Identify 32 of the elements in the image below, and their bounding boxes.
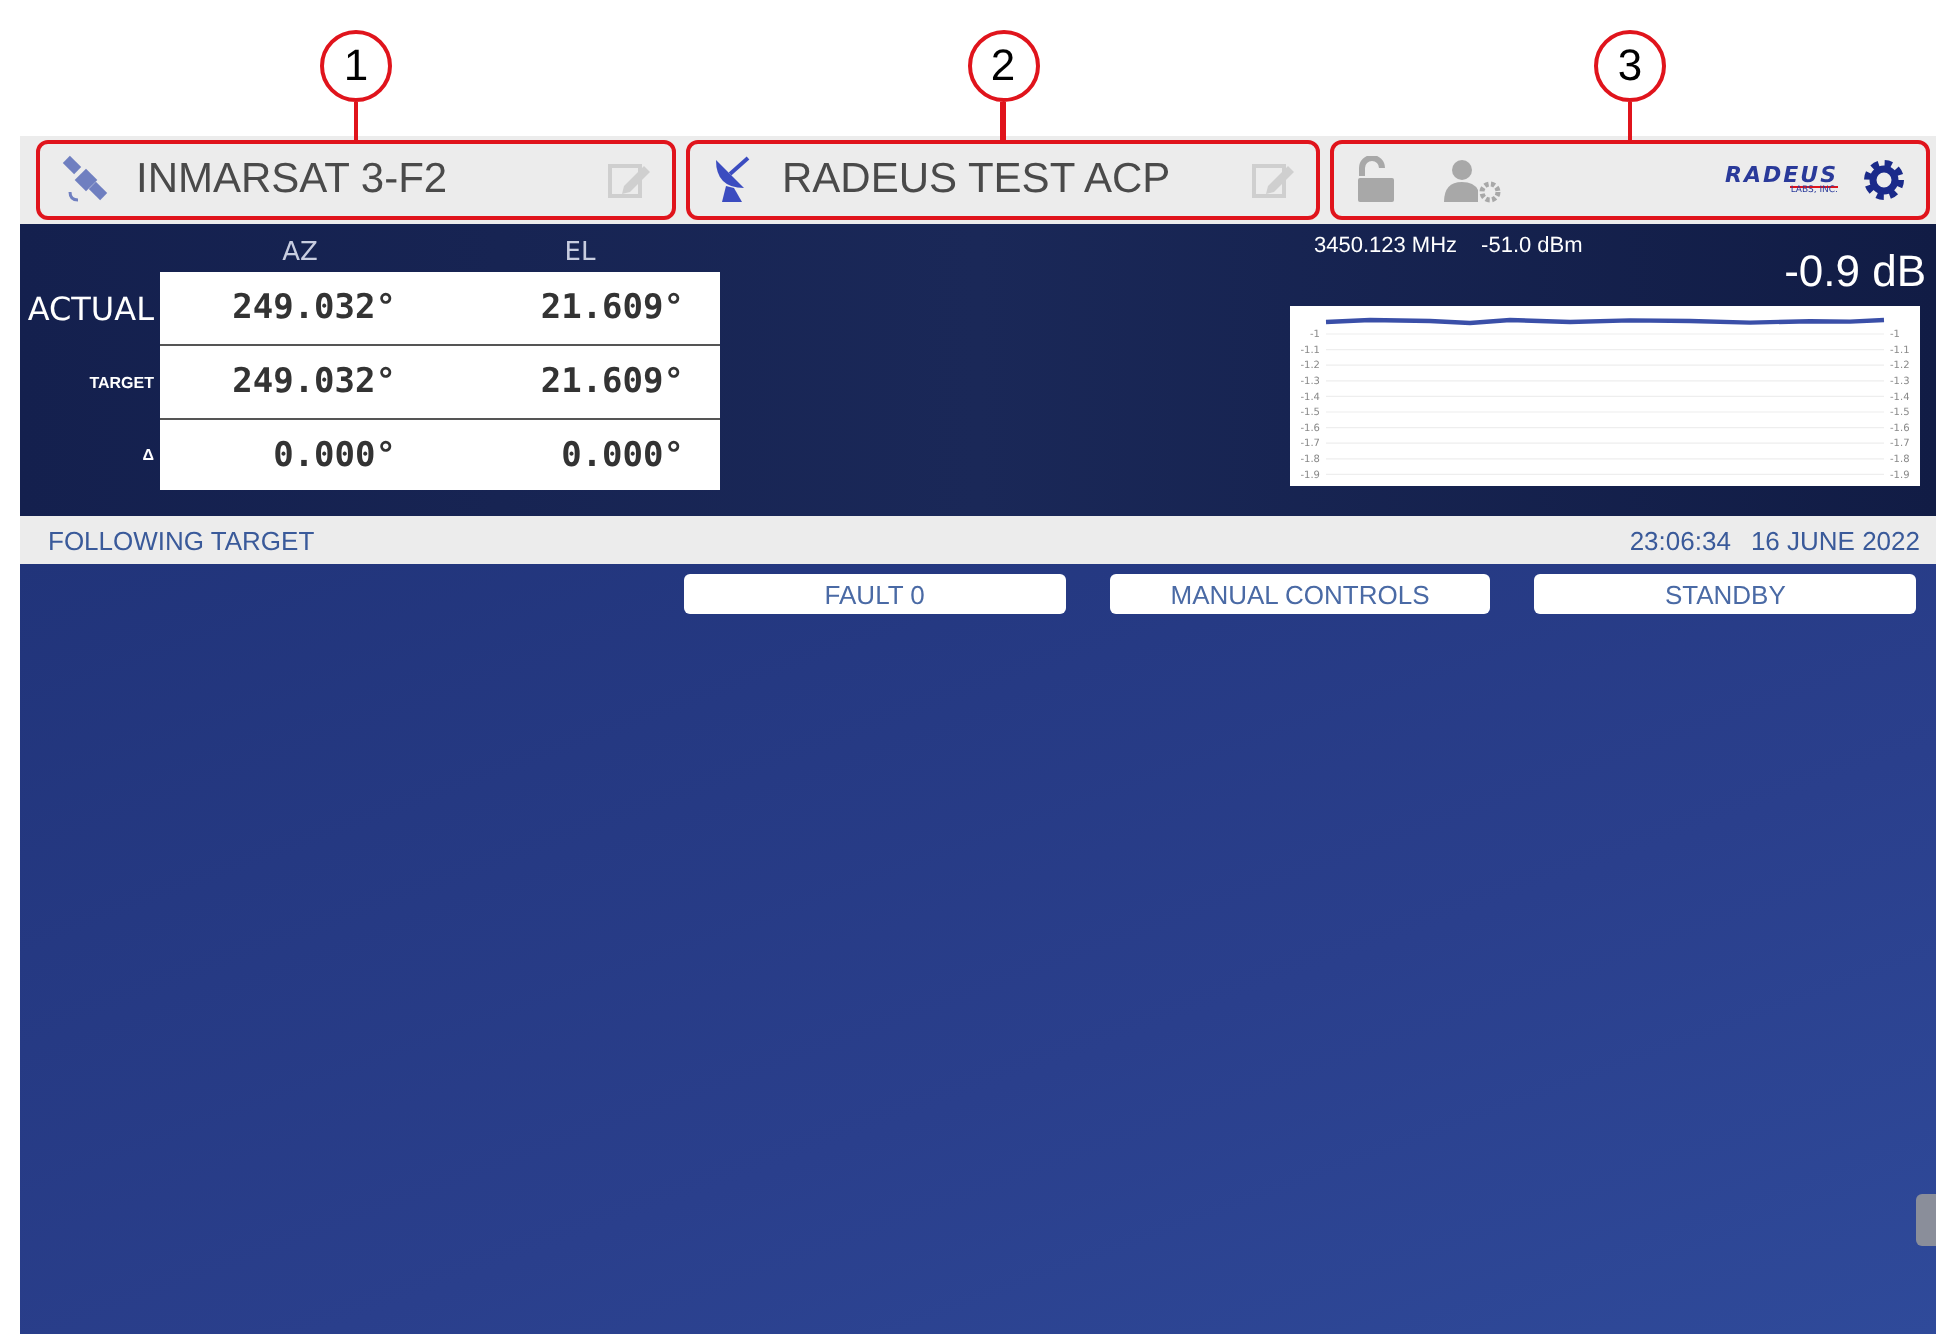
row-label: Δ — [140, 444, 156, 468]
time-text: 23:06:34 — [1629, 525, 1731, 555]
row-label: ACTUAL — [25, 288, 156, 332]
frequency-reading: 3450.123 MHz — [1314, 234, 1458, 258]
user-settings-icon[interactable] — [1442, 156, 1502, 204]
callout-badge: 1 — [320, 30, 392, 102]
mode-button[interactable]: FAULT 0 — [684, 574, 1066, 614]
unlocked-padlock-icon[interactable] — [1354, 156, 1398, 204]
edit-icon[interactable] — [1252, 160, 1296, 200]
satellite-icon — [60, 154, 112, 206]
angle-value: 21.609° — [440, 272, 720, 346]
row-label: TARGET — [87, 372, 156, 396]
column-header: EL — [562, 236, 598, 272]
angle-value: 249.032° — [160, 272, 440, 346]
callout-badge: 2 — [967, 30, 1039, 102]
date-text: 16 JUNE 2022 — [1750, 525, 1920, 555]
angle-value: 0.000° — [440, 420, 720, 490]
satellite-name: INMARSAT 3-F2 — [136, 156, 450, 204]
signal-level-reading: -0.9 dB — [1784, 246, 1926, 298]
tracking-status: FOLLOWING TARGET — [48, 525, 315, 555]
mode-button[interactable]: STANDBY — [1534, 574, 1917, 614]
settings-icon[interactable] — [1862, 158, 1906, 202]
mode-button[interactable]: MANUAL CONTROLS — [1109, 574, 1491, 614]
side-handle[interactable] — [1916, 1194, 1936, 1246]
angle-value: 249.032° — [160, 346, 440, 420]
antenna-name: RADEUS TEST ACP — [782, 156, 1173, 204]
edit-icon[interactable] — [608, 160, 652, 200]
angle-value: 0.000° — [160, 420, 440, 490]
callout-badge: 3 — [1594, 30, 1666, 102]
column-header: AZ — [280, 236, 320, 272]
power-reading: -51.0 dBm — [1481, 234, 1583, 258]
angle-value: 21.609° — [440, 346, 720, 420]
